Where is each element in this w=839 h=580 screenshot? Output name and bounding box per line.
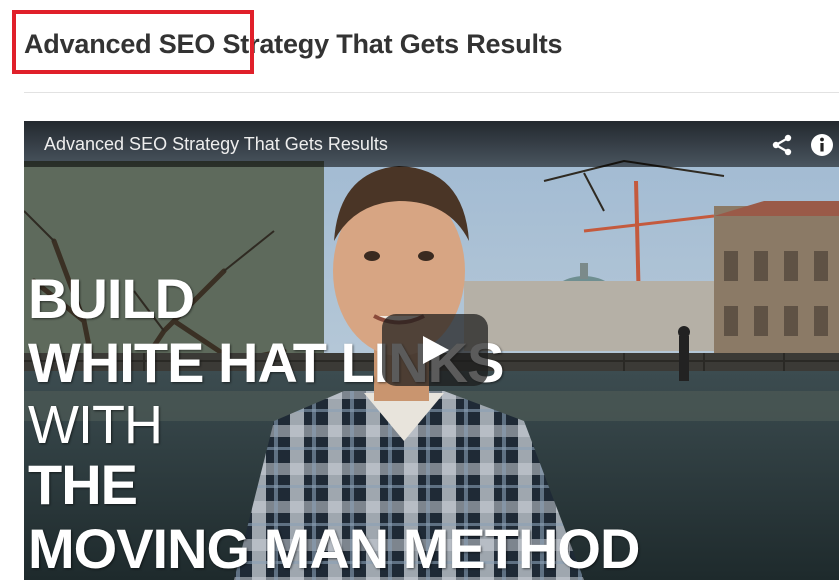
overlay-text-line: BUILD	[28, 267, 195, 330]
info-icon[interactable]	[810, 133, 834, 157]
highlight-annotation-box	[12, 10, 254, 74]
video-title-bar: Advanced SEO Strategy That Gets Results	[24, 121, 839, 167]
overlay-text-line: THE	[28, 453, 138, 516]
play-icon	[423, 336, 449, 364]
overlay-text-line: MOVING MAN METHOD	[28, 517, 640, 580]
overlay-text-line: WITH	[28, 395, 163, 455]
divider	[24, 92, 839, 93]
video-player[interactable]: Advanced SEO Strategy That Gets Results …	[24, 121, 839, 580]
video-title-link[interactable]: Advanced SEO Strategy That Gets Results	[44, 134, 388, 155]
play-button[interactable]	[382, 314, 488, 386]
share-icon[interactable]	[770, 133, 794, 157]
